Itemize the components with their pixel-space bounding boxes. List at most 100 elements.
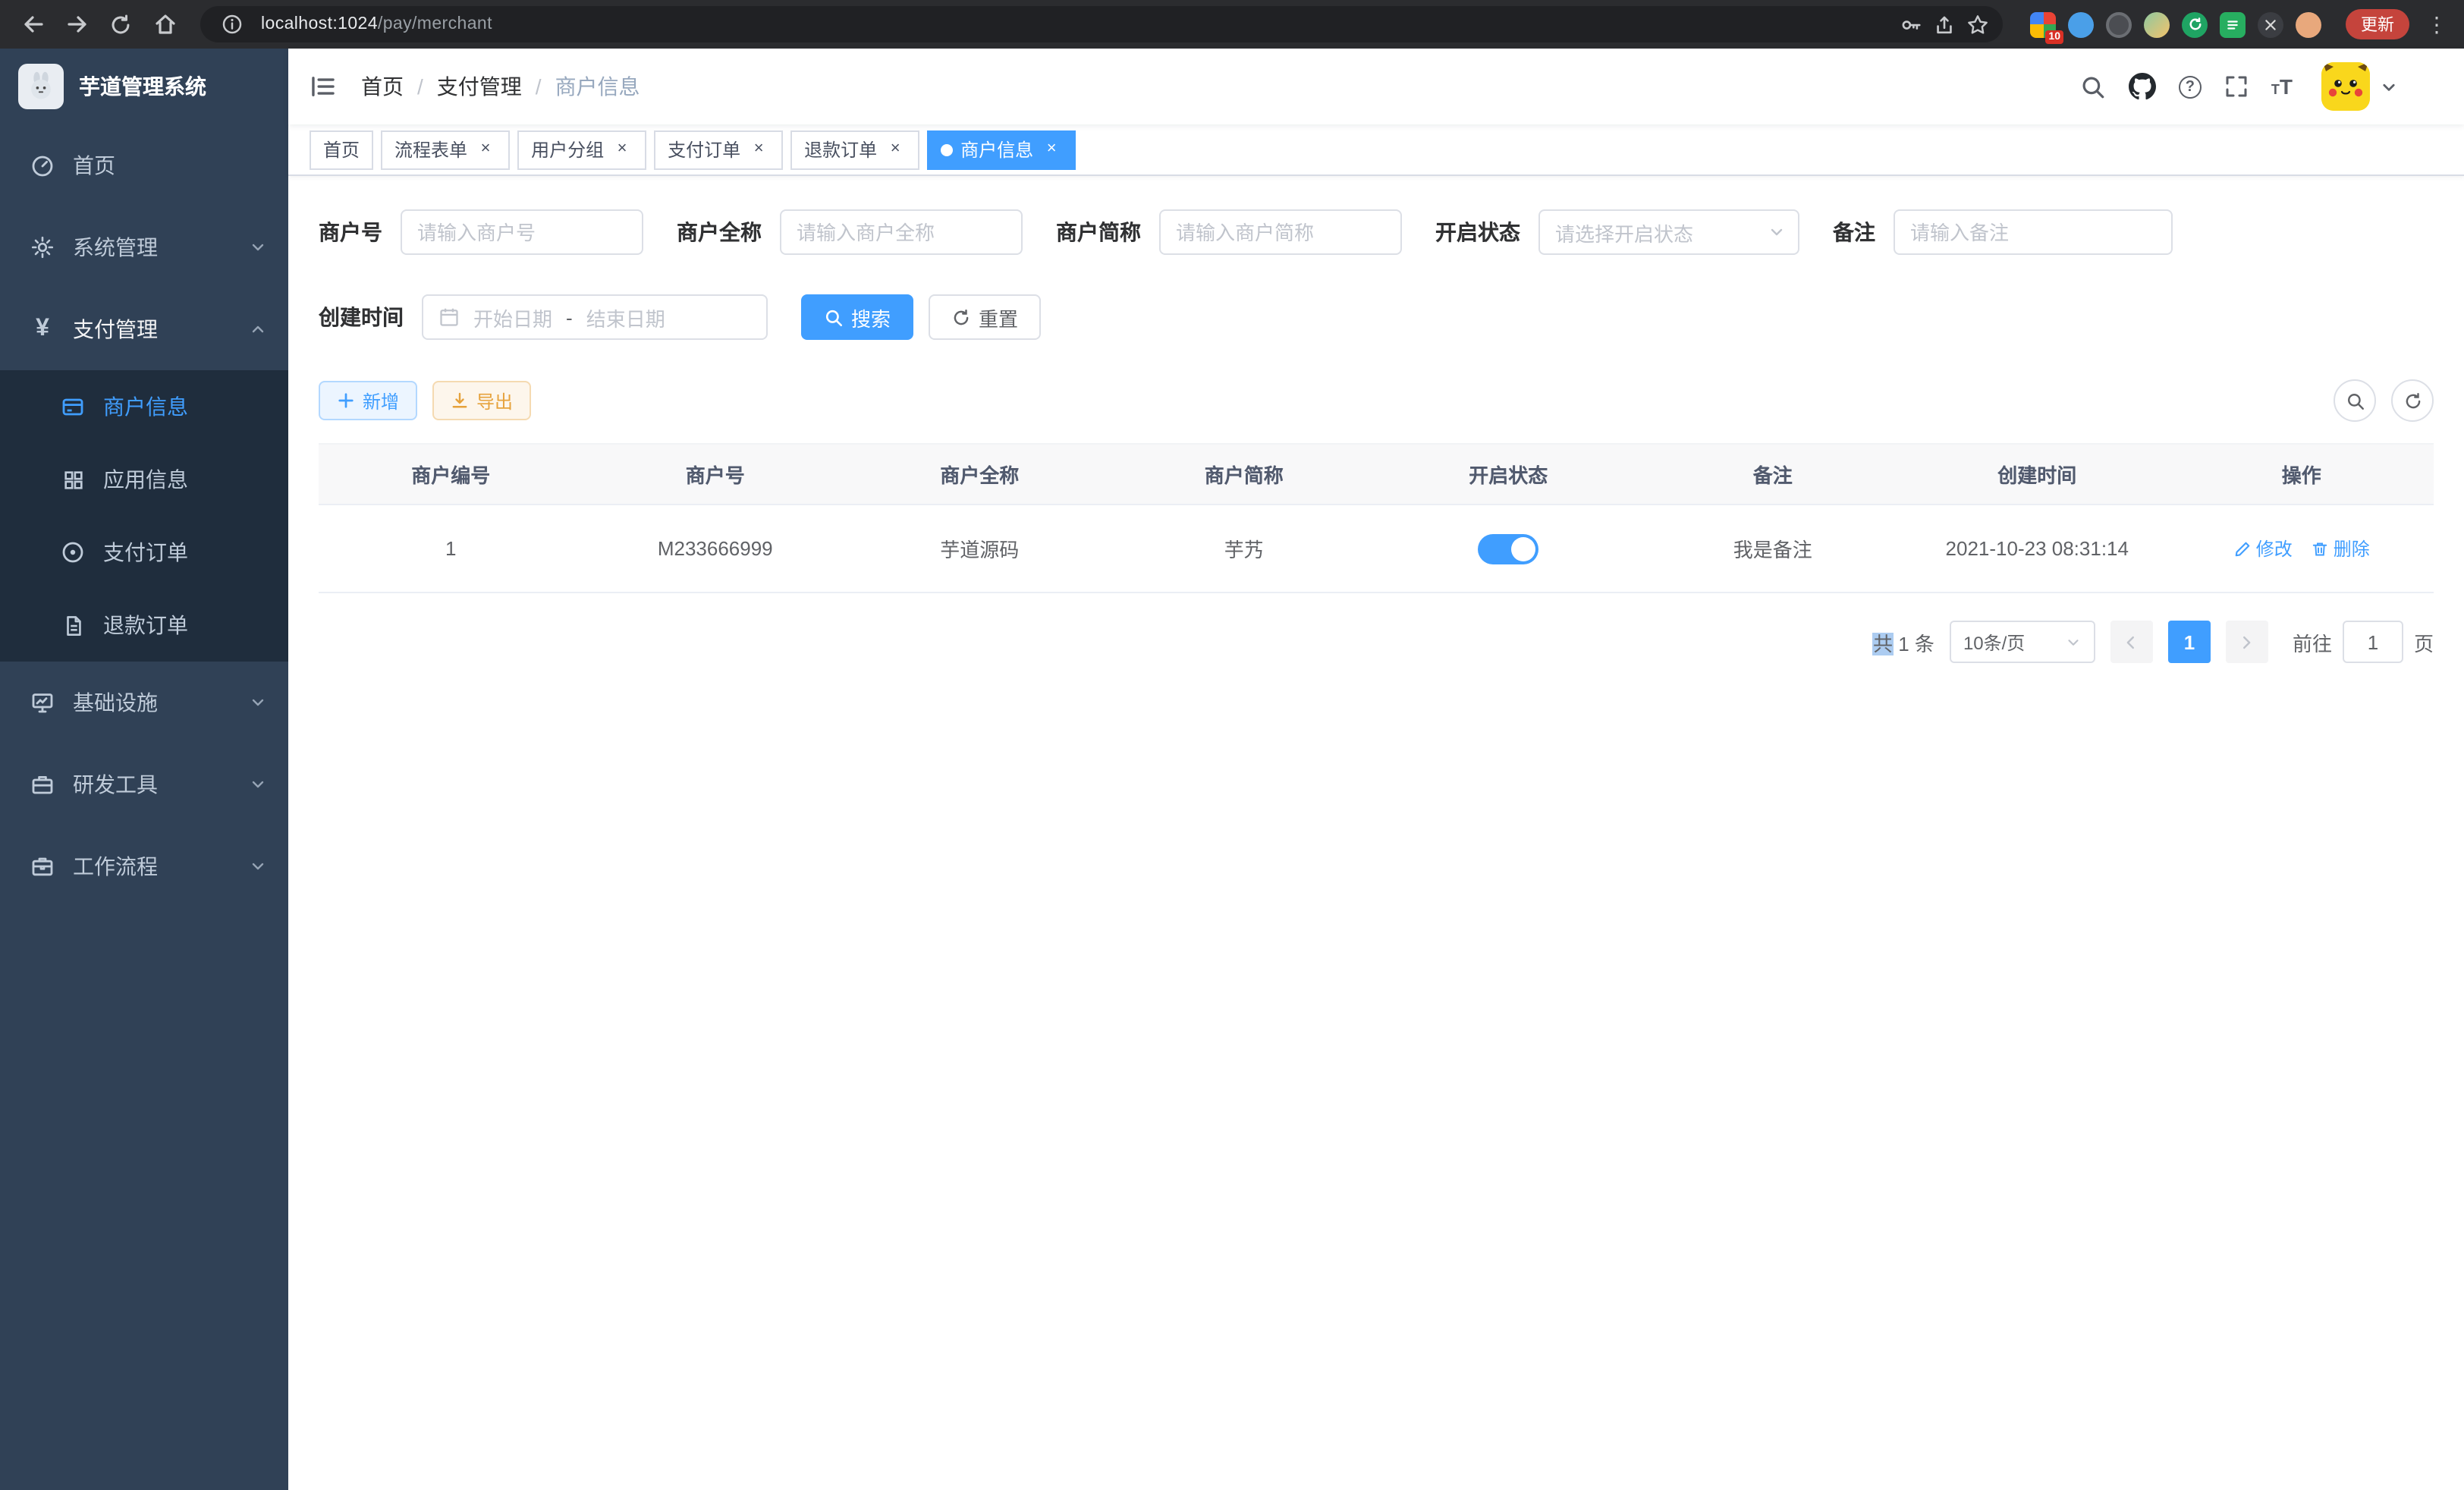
close-icon[interactable]: ×: [885, 139, 906, 160]
sidebar-item-home[interactable]: 首页: [0, 124, 288, 206]
reset-button[interactable]: 重置: [929, 294, 1041, 340]
app-logo[interactable]: 芋道管理系统: [0, 49, 288, 124]
prev-page-button[interactable]: [2110, 621, 2153, 663]
browser-update-button[interactable]: 更新: [2346, 9, 2409, 39]
table-toolbar: 新增 导出: [319, 379, 2434, 422]
site-info-icon[interactable]: [215, 8, 249, 41]
tab-merchant-info[interactable]: 商户信息 ×: [927, 130, 1076, 169]
bookmark-star-icon[interactable]: [1960, 8, 1994, 41]
sidebar-item-workflow[interactable]: 工作流程: [0, 825, 288, 907]
sidebar-item-pay[interactable]: ¥ 支付管理: [0, 288, 288, 370]
filter-label: 商户全称: [677, 217, 762, 247]
tab-label: 支付订单: [668, 137, 740, 162]
extension-icon-3[interactable]: [2106, 11, 2132, 37]
sidebar-item-devtools[interactable]: 研发工具: [0, 743, 288, 825]
sidebar-item-merchant-info[interactable]: 商户信息: [0, 370, 288, 443]
extension-icon-4[interactable]: [2144, 11, 2170, 37]
sidebar-item-label: 支付订单: [103, 537, 267, 567]
cell-remark: 我是备注: [1641, 534, 1906, 563]
status-toggle[interactable]: [1478, 533, 1538, 564]
user-menu[interactable]: [2321, 62, 2397, 111]
filter-label: 商户号: [319, 217, 382, 247]
extension-icon-2[interactable]: [2068, 11, 2094, 37]
sidebar-item-refund-orders[interactable]: 退款订单: [0, 589, 288, 662]
password-key-icon[interactable]: [1894, 8, 1927, 41]
column-header: 备注: [1641, 445, 1906, 504]
column-header: 商户编号: [319, 445, 583, 504]
tab-user-group[interactable]: 用户分组 ×: [517, 130, 646, 169]
active-dot: [941, 143, 953, 156]
chevron-up-icon: [249, 320, 267, 338]
merchant-table: 商户编号 商户号 商户全称 商户简称 开启状态 备注 创建时间 操作 1 M23…: [319, 443, 2434, 593]
font-size-icon[interactable]: TT: [2271, 76, 2293, 97]
full-name-input[interactable]: [780, 209, 1023, 255]
close-icon[interactable]: ×: [611, 139, 633, 160]
fullscreen-icon[interactable]: [2224, 74, 2249, 99]
breadcrumb-separator: /: [417, 74, 423, 99]
browser-reload-icon[interactable]: [100, 4, 141, 45]
tab-process-form[interactable]: 流程表单 ×: [381, 130, 510, 169]
sidebar-item-label: 系统管理: [73, 232, 231, 262]
extension-icon-5[interactable]: [2182, 11, 2208, 37]
sidebar-item-infra[interactable]: 基础设施: [0, 662, 288, 743]
header-search-icon[interactable]: [2080, 74, 2106, 99]
hamburger-icon[interactable]: [310, 73, 337, 100]
download-icon: [451, 391, 469, 410]
sidebar-item-app-info[interactable]: 应用信息: [0, 443, 288, 516]
extension-icon-7[interactable]: [2258, 11, 2283, 37]
cell-status: [1376, 533, 1641, 564]
table-row: 1 M233666999 芋道源码 芋艿 我是备注 2021-10-23 08:…: [319, 505, 2434, 593]
sidebar-item-pay-orders[interactable]: 支付订单: [0, 516, 288, 589]
edit-link[interactable]: 修改: [2233, 536, 2293, 561]
tab-label: 流程表单: [394, 137, 467, 162]
address-bar[interactable]: localhost:1024/pay/merchant: [200, 6, 2003, 42]
share-icon[interactable]: [1927, 8, 1960, 41]
add-button[interactable]: 新增: [319, 381, 417, 420]
tab-refund-orders[interactable]: 退款订单 ×: [790, 130, 919, 169]
date-range-picker[interactable]: 开始日期 - 结束日期: [422, 294, 768, 340]
remark-input[interactable]: [1894, 209, 2173, 255]
browser-back-icon[interactable]: [12, 4, 53, 45]
tab-home[interactable]: 首页: [310, 130, 373, 169]
toggle-search-icon[interactable]: [2334, 379, 2376, 422]
dashboard-icon: [30, 153, 55, 178]
extension-icon-1[interactable]: 10: [2030, 11, 2056, 37]
sidebar-item-label: 应用信息: [103, 464, 267, 495]
goto-page-input[interactable]: [2343, 621, 2403, 663]
close-icon[interactable]: ×: [748, 139, 769, 160]
page-number-button[interactable]: 1: [2168, 621, 2211, 663]
browser-menu-icon[interactable]: ⋮: [2422, 11, 2452, 37]
chevron-down-icon: [2381, 78, 2397, 95]
short-name-input[interactable]: [1159, 209, 1402, 255]
refresh-icon: [951, 307, 971, 327]
tab-pay-orders[interactable]: 支付订单 ×: [654, 130, 783, 169]
briefcase-icon: [30, 854, 55, 879]
page-size-select[interactable]: 10条/页: [1950, 621, 2095, 663]
browser-home-icon[interactable]: [144, 4, 185, 45]
column-header: 商户全称: [847, 445, 1112, 504]
merchant-no-input[interactable]: [401, 209, 643, 255]
delete-link[interactable]: 删除: [2311, 536, 2370, 561]
export-button[interactable]: 导出: [432, 381, 531, 420]
target-icon: [61, 540, 85, 564]
edit-icon: [2233, 539, 2252, 558]
user-avatar[interactable]: [2321, 62, 2370, 111]
filter-label: 商户简称: [1056, 217, 1141, 247]
column-header: 开启状态: [1376, 445, 1641, 504]
help-icon[interactable]: ?: [2179, 75, 2202, 98]
refresh-table-icon[interactable]: [2391, 379, 2434, 422]
browser-forward-icon[interactable]: [56, 4, 97, 45]
breadcrumb-pay[interactable]: 支付管理: [437, 71, 522, 102]
github-icon[interactable]: [2129, 73, 2156, 100]
close-icon[interactable]: ×: [475, 139, 496, 160]
extension-icon-8[interactable]: [2296, 11, 2321, 37]
next-page-button[interactable]: [2226, 621, 2268, 663]
breadcrumb-home[interactable]: 首页: [361, 71, 404, 102]
status-select[interactable]: 请选择开启状态: [1538, 209, 1799, 255]
sidebar-submenu-pay: 商户信息 应用信息 支付订单: [0, 370, 288, 662]
filter-label: 创建时间: [319, 302, 404, 332]
search-button[interactable]: 搜索: [801, 294, 913, 340]
sidebar-item-system[interactable]: 系统管理: [0, 206, 288, 288]
extension-icon-6[interactable]: [2220, 11, 2246, 37]
close-icon[interactable]: ×: [1041, 139, 1062, 160]
